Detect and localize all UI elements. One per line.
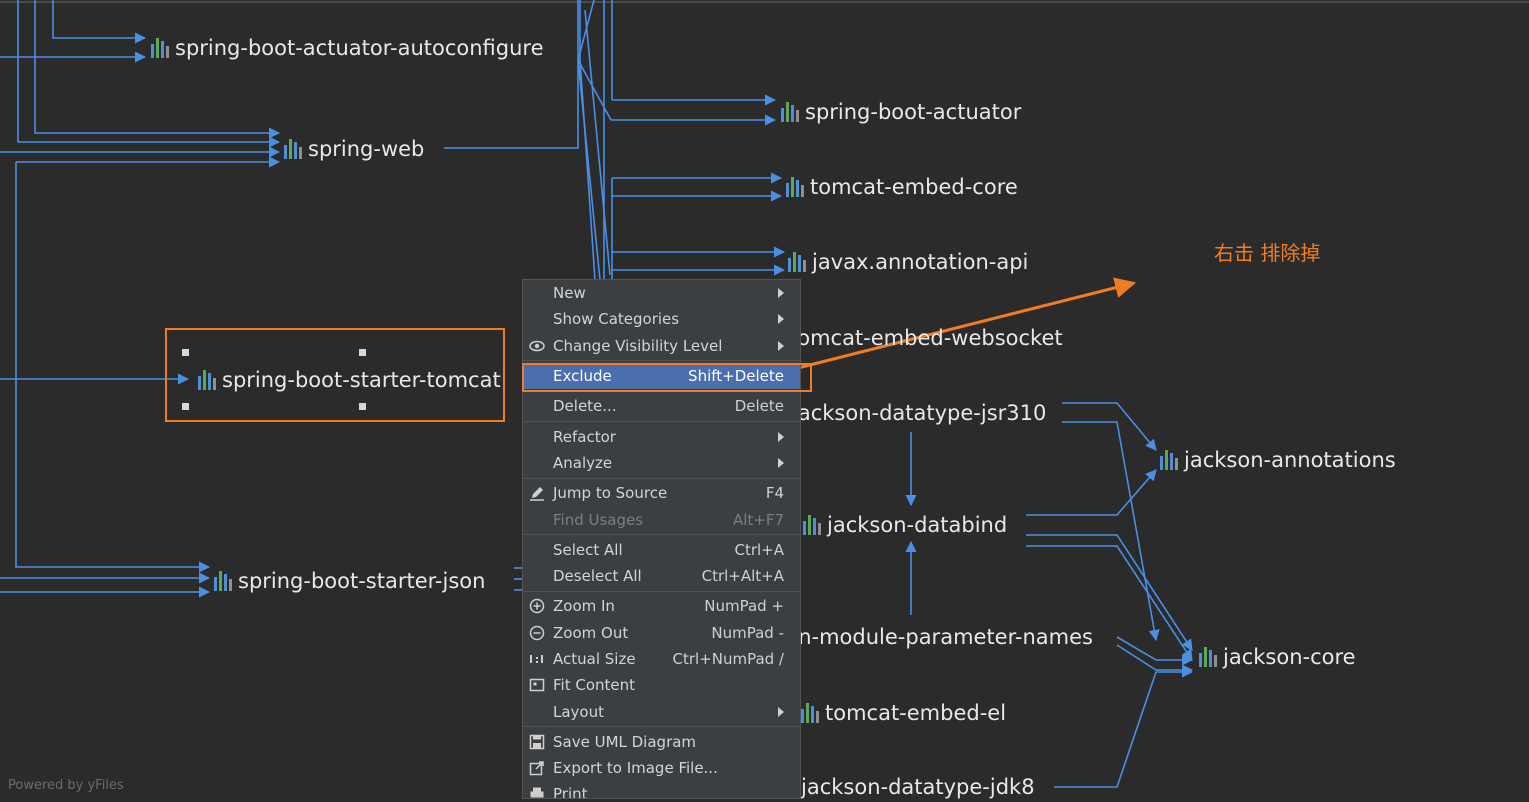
- save-icon: [529, 734, 545, 749]
- node-label: spring-boot-starter-tomcat: [222, 368, 501, 392]
- eye-icon: [529, 340, 545, 351]
- menu-separator: [523, 726, 800, 728]
- node-spring-web[interactable]: spring-web: [284, 134, 424, 164]
- maven-icon: [151, 38, 169, 58]
- node-label: jackson-databind: [827, 513, 1008, 537]
- menu-item-zoom-out[interactable]: Zoom Out NumPad -: [523, 620, 800, 646]
- submenu-arrow-icon: [778, 457, 784, 468]
- menu-item-fit-content[interactable]: Fit Content: [523, 672, 800, 698]
- menu-separator: [523, 590, 800, 592]
- menu-item-new[interactable]: New: [523, 280, 800, 306]
- zoom-out-icon: [529, 625, 545, 640]
- menu-separator: [523, 420, 800, 422]
- pencil-icon: [530, 487, 544, 501]
- menu-item-jump-to-source[interactable]: Jump to Source F4: [523, 480, 800, 506]
- maven-icon: [1160, 450, 1178, 470]
- node-label: spring-boot-starter-json: [238, 569, 486, 593]
- node-spring-boot-starter-json[interactable]: spring-boot-starter-json: [214, 566, 485, 596]
- powered-by-label: Powered by yFiles: [8, 778, 124, 793]
- menu-separator: [523, 477, 800, 479]
- resize-handle[interactable]: [182, 349, 189, 356]
- node-spring-boot-actuator[interactable]: spring-boot-actuator: [781, 97, 1021, 127]
- actual-size-icon: [530, 654, 543, 663]
- menu-separator: [523, 360, 800, 362]
- submenu-arrow-icon: [778, 706, 784, 717]
- maven-icon: [781, 102, 799, 122]
- export-icon: [529, 761, 544, 776]
- menu-item-actual-size[interactable]: Actual Size Ctrl+NumPad /: [523, 646, 800, 672]
- node-label: spring-web: [308, 137, 425, 161]
- maven-icon: [801, 703, 819, 723]
- resize-handle[interactable]: [359, 349, 366, 356]
- menu-item-export-to-image-file[interactable]: Export to Image File...: [523, 755, 800, 781]
- menu-item-save-uml-diagram[interactable]: Save UML Diagram: [523, 729, 800, 755]
- context-menu[interactable]: New Show Categories Change Visibility Le…: [522, 279, 801, 799]
- resize-handle[interactable]: [359, 403, 366, 410]
- submenu-arrow-icon: [778, 314, 784, 325]
- menu-item-delete[interactable]: Delete... Delete: [523, 393, 800, 419]
- menu-item-deselect-all[interactable]: Deselect All Ctrl+Alt+A: [523, 563, 800, 589]
- menu-item-analyze[interactable]: Analyze: [523, 450, 800, 476]
- zoom-in-icon: [529, 599, 545, 614]
- node-spring-boot-actuator-autoconfigure[interactable]: spring-boot-actuator-autoconfigure: [151, 33, 544, 63]
- node-label: spring-boot-actuator-autoconfigure: [175, 36, 544, 60]
- node-jackson-datatype-jsr310[interactable]: jackson-datatype-jsr310: [768, 398, 1046, 428]
- fit-content-icon: [529, 678, 545, 692]
- menu-item-select-all[interactable]: Select All Ctrl+A: [523, 537, 800, 563]
- node-label: javax.annotation-api: [812, 250, 1029, 274]
- maven-icon: [788, 252, 806, 272]
- node-spring-boot-starter-tomcat[interactable]: spring-boot-starter-tomcat: [198, 365, 501, 395]
- menu-separator: [523, 534, 800, 536]
- menu-item-find-usages[interactable]: Find Usages Alt+F7: [523, 506, 800, 532]
- node-jackson-datatype-jdk8[interactable]: jackson-datatype-jdk8: [777, 772, 1035, 802]
- submenu-arrow-icon: [778, 340, 784, 351]
- node-label: tomcat-embed-core: [810, 175, 1018, 199]
- maven-icon: [803, 515, 821, 535]
- node-jackson-core[interactable]: jackson-core: [1199, 642, 1356, 672]
- submenu-arrow-icon: [778, 431, 784, 442]
- annotation-text: 右击 排除掉: [1214, 241, 1321, 265]
- node-label: tomcat-embed-websocket: [789, 326, 1063, 350]
- menu-item-layout[interactable]: Layout: [523, 698, 800, 724]
- node-label: jackson-core: [1223, 645, 1356, 669]
- maven-icon: [786, 177, 804, 197]
- maven-icon: [198, 370, 216, 390]
- node-jackson-databind[interactable]: jackson-databind: [803, 510, 1007, 540]
- menu-item-refactor[interactable]: Refactor: [523, 423, 800, 449]
- exclude-highlight-frame: [522, 363, 812, 392]
- maven-icon: [214, 571, 232, 591]
- maven-icon: [284, 139, 302, 159]
- print-icon: [530, 787, 544, 798]
- node-label: jackson-datatype-jdk8: [801, 775, 1035, 799]
- menu-item-zoom-in[interactable]: Zoom In NumPad +: [523, 593, 800, 619]
- node-label: tomcat-embed-el: [825, 701, 1007, 725]
- menu-item-show-categories[interactable]: Show Categories: [523, 306, 800, 332]
- node-javax-annotation-api[interactable]: javax.annotation-api: [788, 247, 1028, 277]
- node-label: jackson-annotations: [1184, 448, 1396, 472]
- node-tomcat-embed-el[interactable]: tomcat-embed-el: [801, 698, 1006, 728]
- menu-item-print[interactable]: Print: [523, 781, 800, 798]
- maven-icon: [1199, 647, 1217, 667]
- resize-handle[interactable]: [182, 403, 189, 410]
- node-tomcat-embed-core[interactable]: tomcat-embed-core: [786, 172, 1018, 202]
- node-jackson-annotations[interactable]: jackson-annotations: [1160, 445, 1396, 475]
- node-tomcat-embed-websocket[interactable]: tomcat-embed-websocket: [765, 323, 1063, 353]
- submenu-arrow-icon: [778, 288, 784, 299]
- node-label: jackson-datatype-jsr310: [792, 401, 1047, 425]
- node-label: spring-boot-actuator: [805, 100, 1022, 124]
- menu-item-change-visibility-level[interactable]: Change Visibility Level: [523, 333, 800, 359]
